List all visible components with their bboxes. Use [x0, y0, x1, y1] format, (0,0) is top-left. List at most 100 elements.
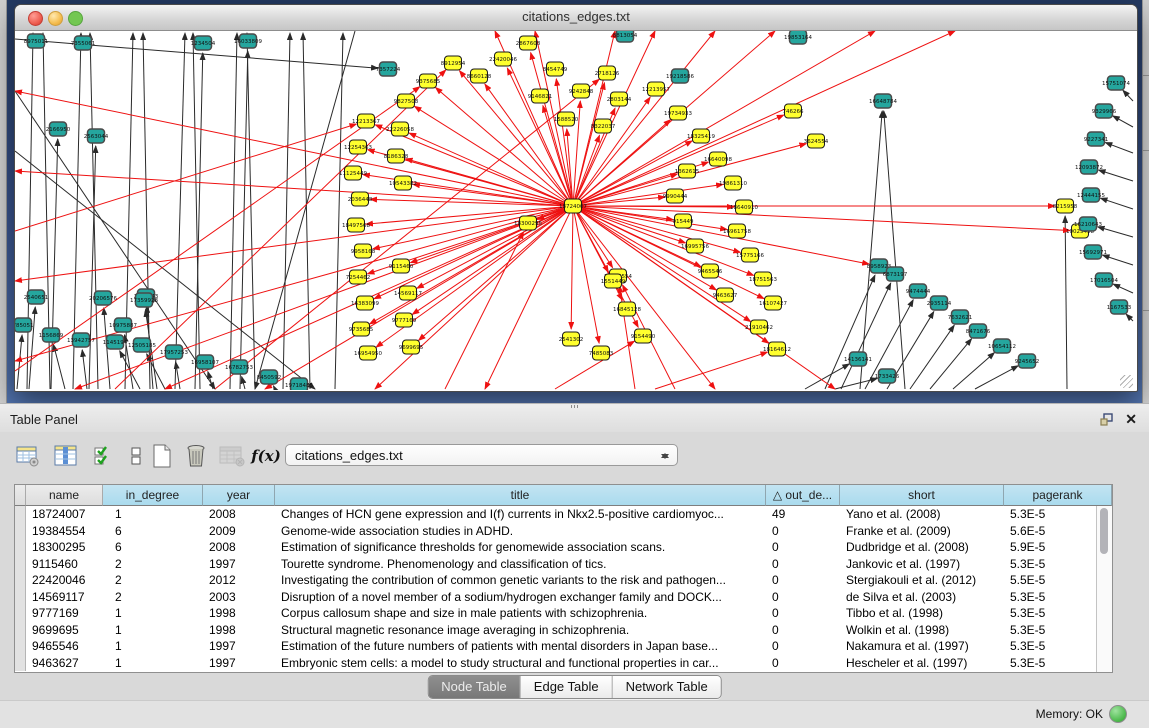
graph-node-label: 9777169 — [392, 318, 417, 324]
window-resize-grip[interactable] — [1120, 375, 1133, 388]
window-title: citations_edges.txt — [15, 9, 1137, 24]
table-row[interactable]: 1456911722003Disruption of a novel membe… — [15, 589, 1097, 606]
column-header-in_degree[interactable]: in_degree — [103, 485, 203, 506]
table-panel-title: Table Panel — [10, 412, 78, 427]
graph-edge — [374, 206, 573, 299]
graph-node-label: 10975887 — [109, 323, 137, 329]
column-header-year[interactable]: year — [203, 485, 275, 506]
graph-node-label: 7632621 — [948, 315, 973, 321]
row-height-icon[interactable] — [122, 442, 150, 470]
cell: 2009 — [203, 523, 275, 540]
float-panel-icon[interactable] — [1100, 413, 1115, 426]
column-header-short[interactable]: short — [840, 485, 1004, 506]
table-row[interactable]: 946362711997Embryonic stem cells: a mode… — [15, 655, 1097, 672]
table-row[interactable]: 969969511998Structural magnetic resonanc… — [15, 622, 1097, 639]
memory-ok-icon[interactable] — [1109, 705, 1127, 723]
graph-edge — [265, 206, 573, 389]
new-column-icon[interactable] — [148, 442, 176, 470]
graph-node-label: 8450592 — [257, 375, 282, 381]
cell: Estimation of significance thresholds fo… — [275, 539, 766, 556]
graph-edge — [1113, 284, 1133, 293]
column-header-title[interactable]: title — [275, 485, 766, 506]
table-mode-icon[interactable] — [14, 442, 42, 470]
graph-node-label: 16961758 — [723, 229, 751, 235]
graph-node-label: 9827508 — [394, 99, 419, 105]
table-vertical-scrollbar[interactable] — [1096, 506, 1112, 672]
graph-node-label: 18640910 — [730, 205, 758, 211]
graph-edge — [175, 33, 185, 389]
network-window-titlebar[interactable]: citations_edges.txt — [15, 5, 1137, 31]
column-header-pagerank[interactable]: pagerank — [1004, 485, 1112, 506]
close-panel-icon[interactable]: ✕ — [1125, 411, 1137, 427]
cell: 1 — [103, 655, 203, 672]
graph-edge — [89, 146, 96, 389]
table-row[interactable]: 1938455462009Genome-wide association stu… — [15, 523, 1097, 540]
table-row[interactable]: 911546021997Tourette syndrome. Phenomeno… — [15, 556, 1097, 573]
column-select-icon[interactable] — [90, 442, 118, 470]
table-select[interactable]: citations_edges.txt — [285, 444, 678, 466]
graph-node-label: 9227341 — [1084, 137, 1109, 143]
graph-node-label: 9245652 — [1015, 359, 1040, 365]
table-row[interactable]: 1830029562008Estimation of significance … — [15, 539, 1097, 556]
cell: Dudbridge et al. (2008) — [840, 539, 1004, 556]
cell: Structural magnetic resonance image aver… — [275, 622, 766, 639]
table-row[interactable]: 946554611997Estimation of the future num… — [15, 638, 1097, 655]
column-header-name[interactable]: name — [26, 485, 103, 506]
graph-edge — [571, 206, 573, 329]
network-window[interactable]: citations_edges.txt 18724007122133671225… — [14, 4, 1138, 392]
graph-node-label: 6873197 — [883, 272, 908, 278]
tab-node-table[interactable]: Node Table — [428, 676, 521, 698]
graph-edge — [1099, 170, 1133, 181]
graph-node-label: 16210643 — [1074, 222, 1102, 228]
graph-edge — [573, 31, 955, 206]
column-header-out_de[interactable]: △ out_de... — [766, 485, 840, 506]
graph-node-label: 19218586 — [666, 74, 694, 80]
graph-node-label: 2036448 — [348, 197, 373, 203]
scrollbar-thumb[interactable] — [1100, 508, 1108, 554]
table-row[interactable]: 2242004622012Investigating the contribut… — [15, 572, 1097, 589]
table-header-row[interactable]: namein_degreeyeartitle△ out_de...shortpa… — [15, 485, 1112, 506]
delete-table-icon[interactable] — [218, 442, 246, 470]
graph-node-label: 19734933 — [664, 111, 692, 117]
graph-edge — [445, 232, 524, 389]
graph-node-label: 16958107 — [191, 360, 219, 366]
cell: Disruption of a novel member of a sodium… — [275, 589, 766, 606]
graph-edge — [406, 159, 573, 206]
delete-column-icon[interactable] — [182, 442, 210, 470]
graph-edge — [573, 31, 655, 206]
graph-edge — [242, 377, 245, 389]
cell: 0 — [766, 539, 840, 556]
cell: 0 — [766, 523, 840, 540]
tab-edge-table[interactable]: Edge Table — [521, 676, 613, 698]
graph-node-label: 12213957 — [642, 87, 670, 93]
graph-node-label: 7357224 — [376, 67, 401, 73]
table-row[interactable]: 977716911998Corpus callosum shape and si… — [15, 605, 1097, 622]
graph-edge — [953, 353, 994, 389]
network-canvas[interactable]: 1872400712213367122543631112544920364481… — [15, 31, 1135, 390]
graph-node-label: 10543382 — [389, 181, 417, 187]
table-row[interactable]: 1872400712008Changes of HCN gene express… — [15, 506, 1097, 523]
graph-node-label: 1234504 — [191, 41, 216, 47]
graph-edge — [273, 386, 275, 389]
row-header — [15, 539, 26, 556]
graph-edge — [51, 139, 58, 389]
graph-node-label: 14569117 — [394, 291, 422, 297]
graph-node-label: 8660128 — [467, 74, 492, 80]
cell: 2003 — [203, 589, 275, 606]
tab-network-table[interactable]: Network Table — [613, 676, 721, 698]
function-builder-icon[interactable]: f(x) — [252, 442, 280, 470]
graph-node-label: 16995756 — [681, 244, 709, 250]
graph-node-label: 7254462 — [346, 275, 371, 281]
column-visibility-icon[interactable] — [52, 442, 80, 470]
row-header — [15, 605, 26, 622]
cell: 5.3E-5 — [1004, 589, 1097, 606]
cell: Tourette syndrome. Phenomenology and cla… — [275, 556, 766, 573]
network-view[interactable]: 1872400712213367122543631112544920364481… — [15, 31, 1135, 390]
graph-node-label: 9242848 — [569, 89, 594, 95]
graph-node-label: 915449 — [673, 219, 694, 225]
graph-node-label: 9146821 — [528, 94, 553, 100]
memory-status-label: Memory: OK — [1036, 707, 1103, 721]
graph-edge — [54, 345, 65, 389]
cell: Tibbo et al. (1998) — [840, 605, 1004, 622]
graph-node-label: 19853164 — [784, 35, 812, 41]
